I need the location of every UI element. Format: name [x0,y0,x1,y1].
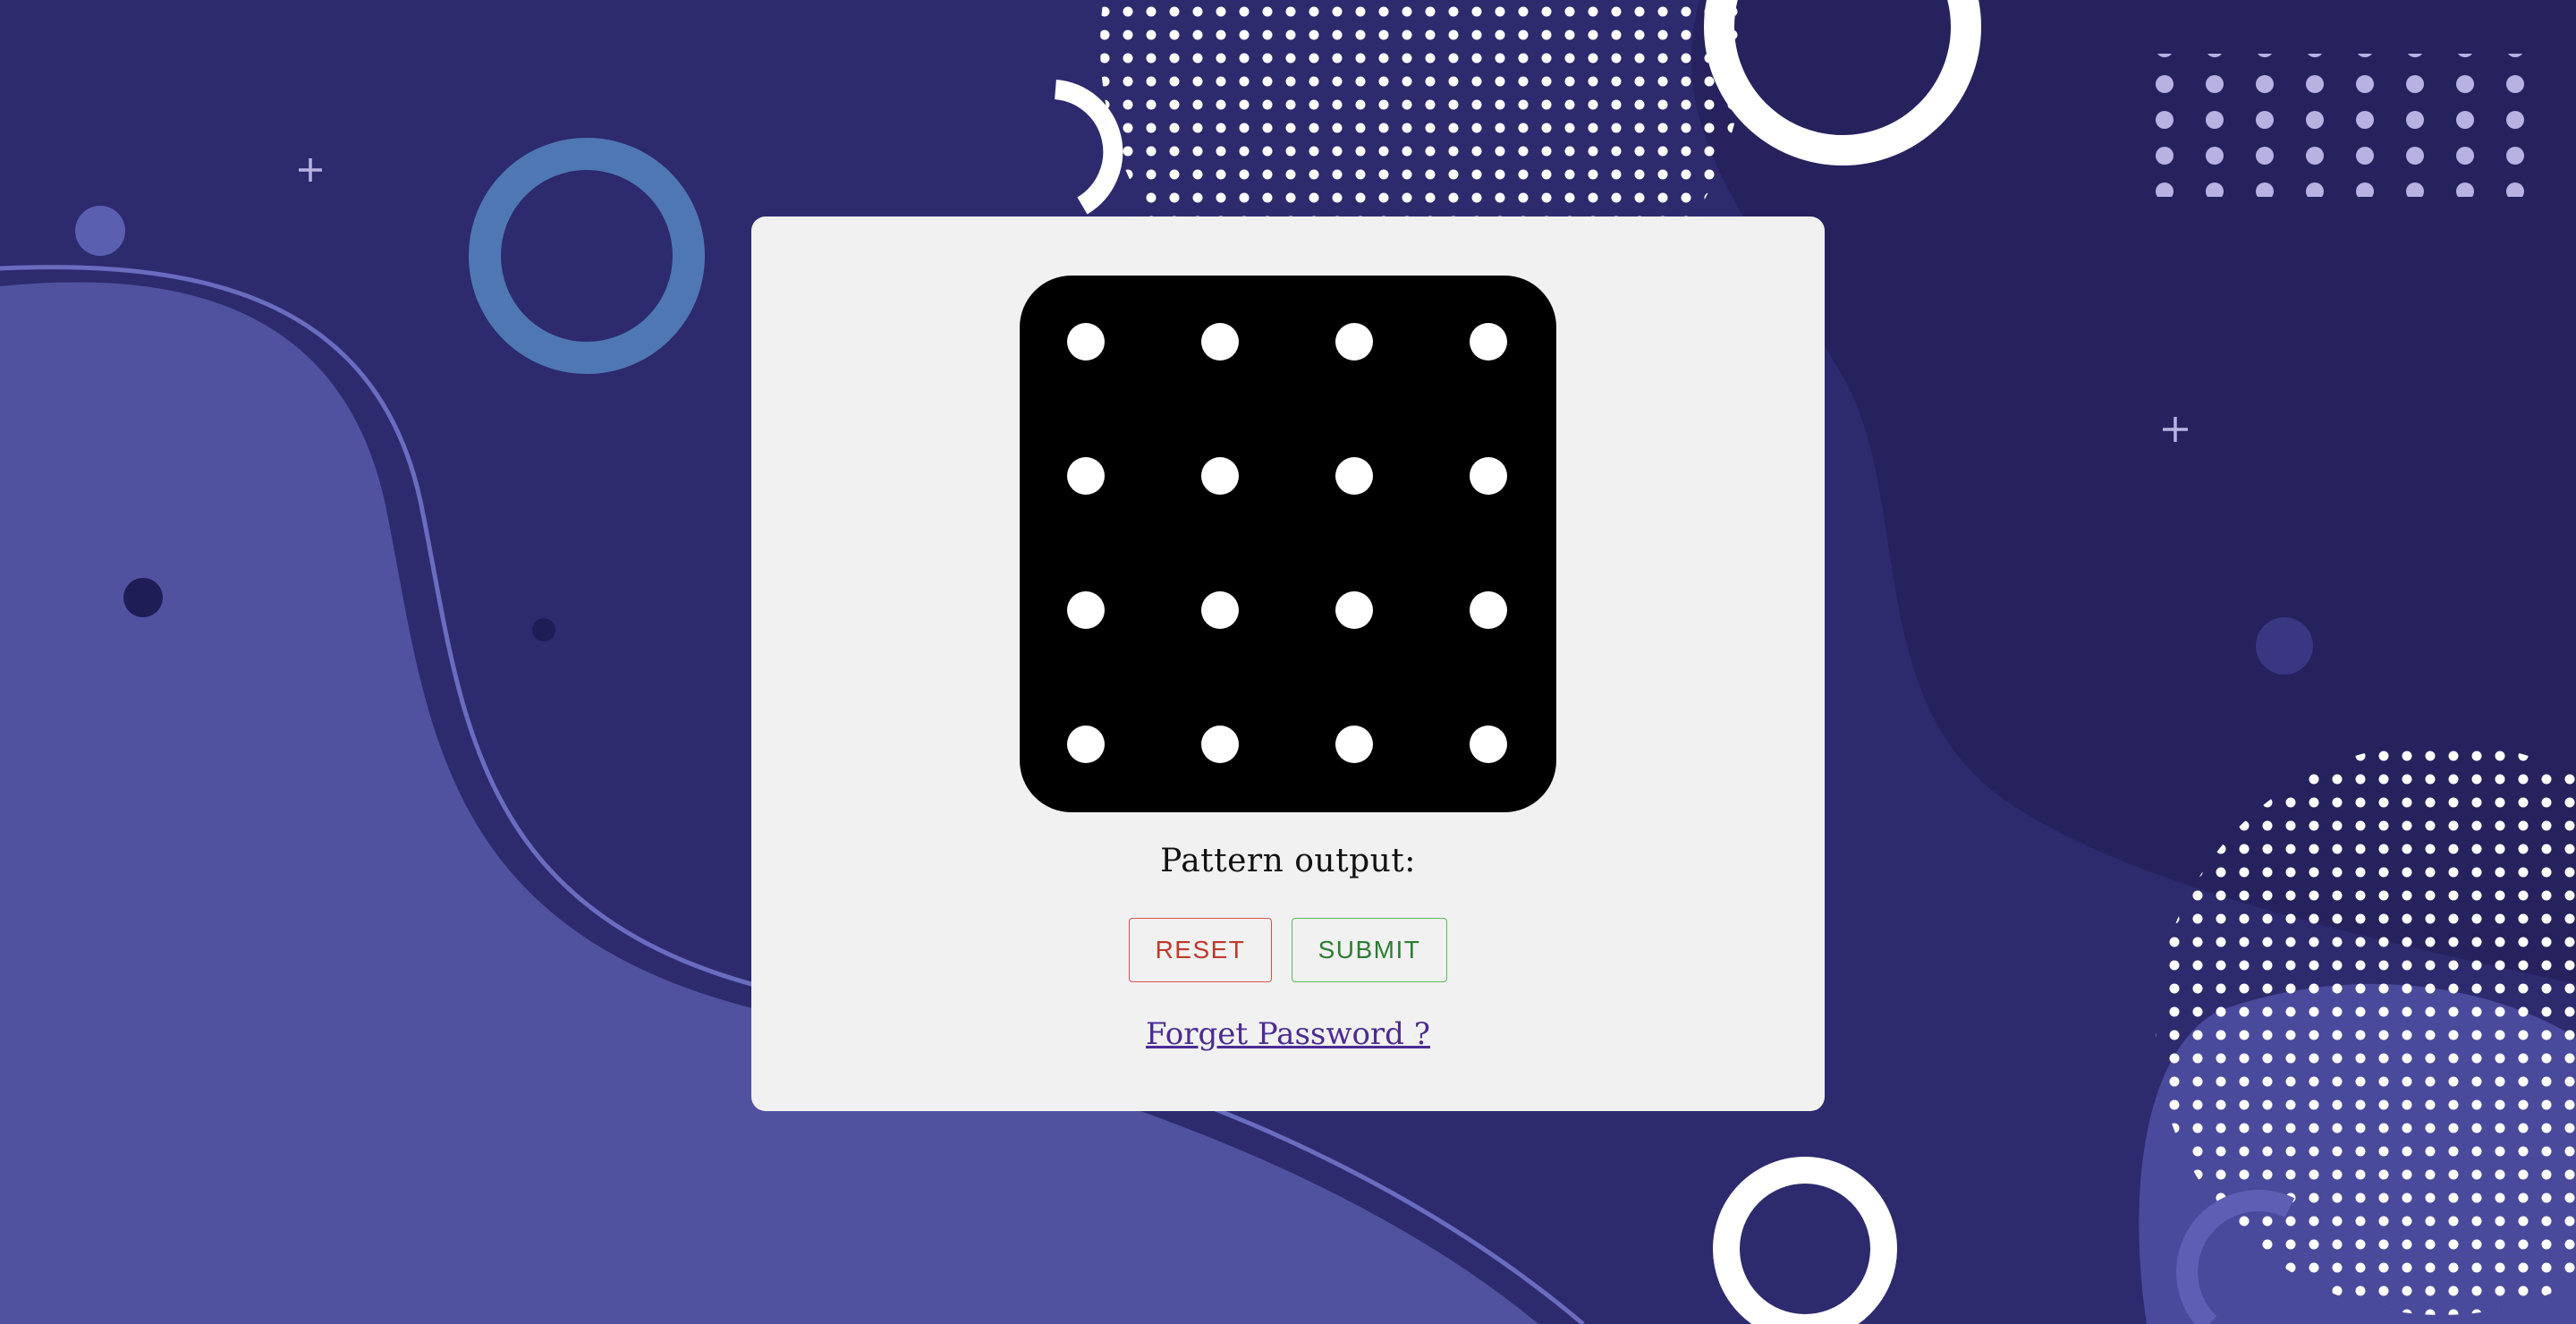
forget-password-row: Forget Password ? [751,1016,1825,1052]
pattern-dot-r3-c1[interactable] [1067,591,1105,629]
pattern-dot-r2-c3[interactable] [1335,457,1373,495]
pattern-dot-r3-c3[interactable] [1335,591,1373,629]
pattern-dot-r4-c2[interactable] [1201,726,1239,763]
pattern-dot-r1-c1[interactable] [1067,323,1105,361]
login-page: Pattern output: RESET SUBMIT Forget Pass… [0,0,2576,1324]
pattern-dot-r2-c4[interactable] [1470,457,1507,495]
pattern-dot-r4-c4[interactable] [1470,726,1507,763]
pattern-output-label: Pattern output: [1160,843,1416,879]
pattern-login-card: Pattern output: RESET SUBMIT Forget Pass… [751,216,1825,1111]
pattern-dot-r3-c2[interactable] [1201,591,1239,629]
pattern-dot-r1-c3[interactable] [1335,323,1373,361]
pattern-dot-r2-c2[interactable] [1201,457,1239,495]
pattern-dot-r4-c1[interactable] [1067,726,1105,763]
pattern-lock-pad[interactable] [1020,276,1556,812]
pattern-dot-r3-c4[interactable] [1470,591,1507,629]
pattern-dot-r1-c4[interactable] [1470,323,1507,361]
pattern-dot-r1-c2[interactable] [1201,323,1239,361]
forget-password-link[interactable]: Forget Password ? [1146,1016,1430,1052]
pattern-dot-r4-c3[interactable] [1335,726,1373,763]
submit-button[interactable]: SUBMIT [1292,918,1447,982]
pattern-dot-r2-c1[interactable] [1067,457,1105,495]
reset-button[interactable]: RESET [1129,918,1272,982]
